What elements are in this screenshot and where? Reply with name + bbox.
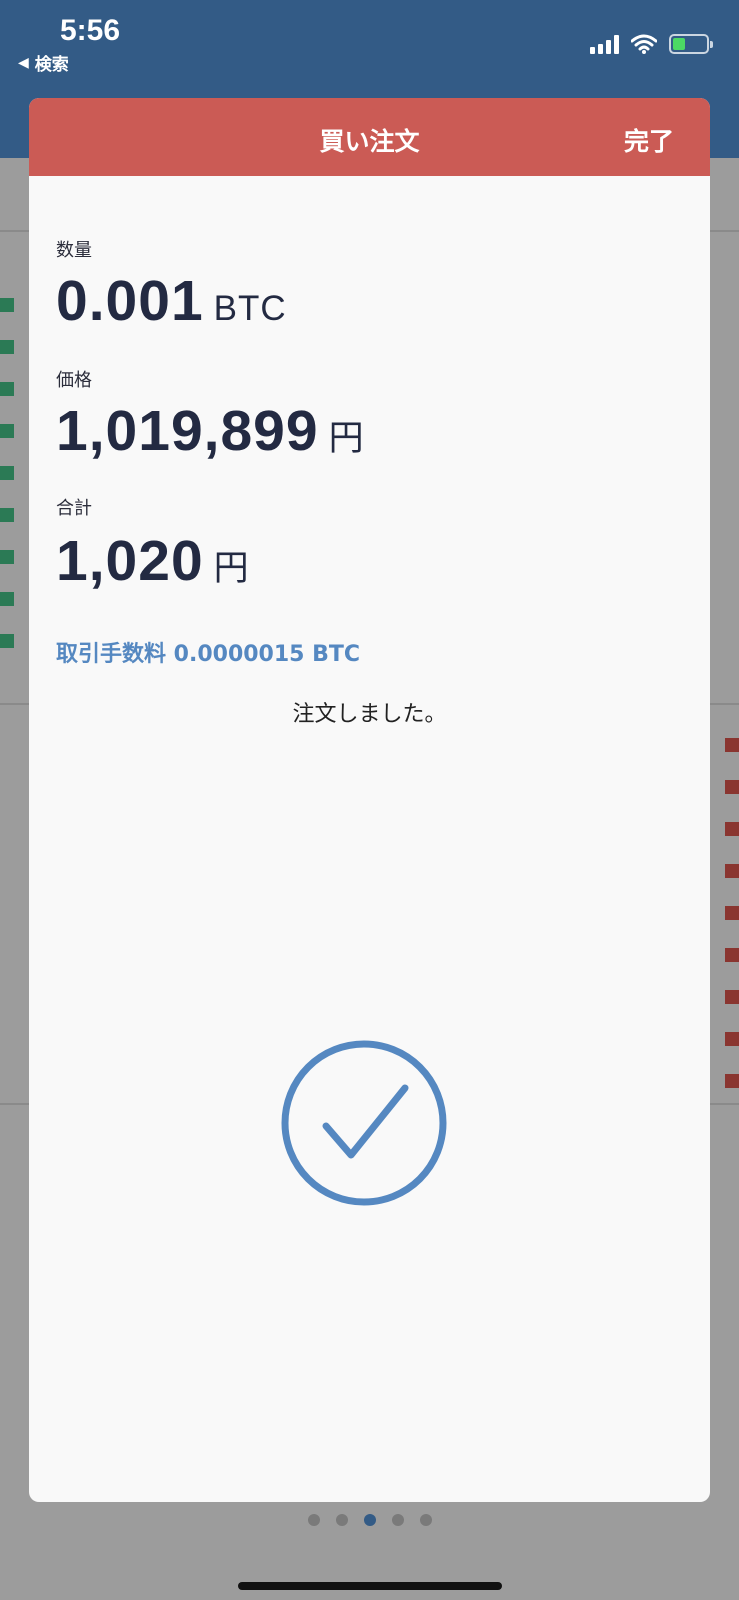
trading-fee: 取引手数料 0.0000015 BTC <box>56 642 361 667</box>
check-circle-icon <box>281 1040 447 1206</box>
wifi-icon <box>631 34 657 54</box>
price-value: 1,019,899 <box>56 399 319 463</box>
clock: 5:56 <box>60 14 121 47</box>
total-label: 合計 <box>56 498 92 519</box>
home-indicator[interactable] <box>238 1582 502 1590</box>
quantity-label: 数量 <box>56 240 92 261</box>
page-dot[interactable] <box>307 1514 320 1526</box>
total-value: 1,020 <box>56 529 204 593</box>
back-to-search-link[interactable]: ◀ 検索 <box>18 50 69 76</box>
buy-order-modal: 買い注文 完了 数量 0.001 BTC 価格 1,019,899 円 合計 1,0… <box>29 98 710 1502</box>
cellular-signal-icon <box>590 34 619 54</box>
price-unit: 円 <box>328 419 365 458</box>
price-label: 価格 <box>56 370 92 391</box>
modal-header: 買い注文 完了 <box>29 98 710 176</box>
page-indicator <box>0 1514 739 1526</box>
page-dot-active[interactable] <box>363 1514 376 1526</box>
page-dot[interactable] <box>391 1514 404 1526</box>
total-unit: 円 <box>213 549 250 588</box>
order-complete-message: 注文しました。 <box>292 702 447 727</box>
quantity-unit: BTC <box>213 289 287 328</box>
back-triangle-icon: ◀ <box>18 54 29 71</box>
modal-title: 買い注文 <box>319 127 420 156</box>
battery-icon <box>669 34 713 54</box>
quantity-value: 0.001 <box>56 269 204 333</box>
done-button[interactable]: 完了 <box>624 122 674 158</box>
quantity-value-row: 0.001 BTC <box>56 268 287 334</box>
total-value-row: 1,020 円 <box>56 528 250 594</box>
price-value-row: 1,019,899 円 <box>56 398 365 464</box>
page-dot[interactable] <box>335 1514 348 1526</box>
back-label: 検索 <box>34 55 69 75</box>
page-dot[interactable] <box>419 1514 432 1526</box>
status-icons <box>590 34 713 54</box>
